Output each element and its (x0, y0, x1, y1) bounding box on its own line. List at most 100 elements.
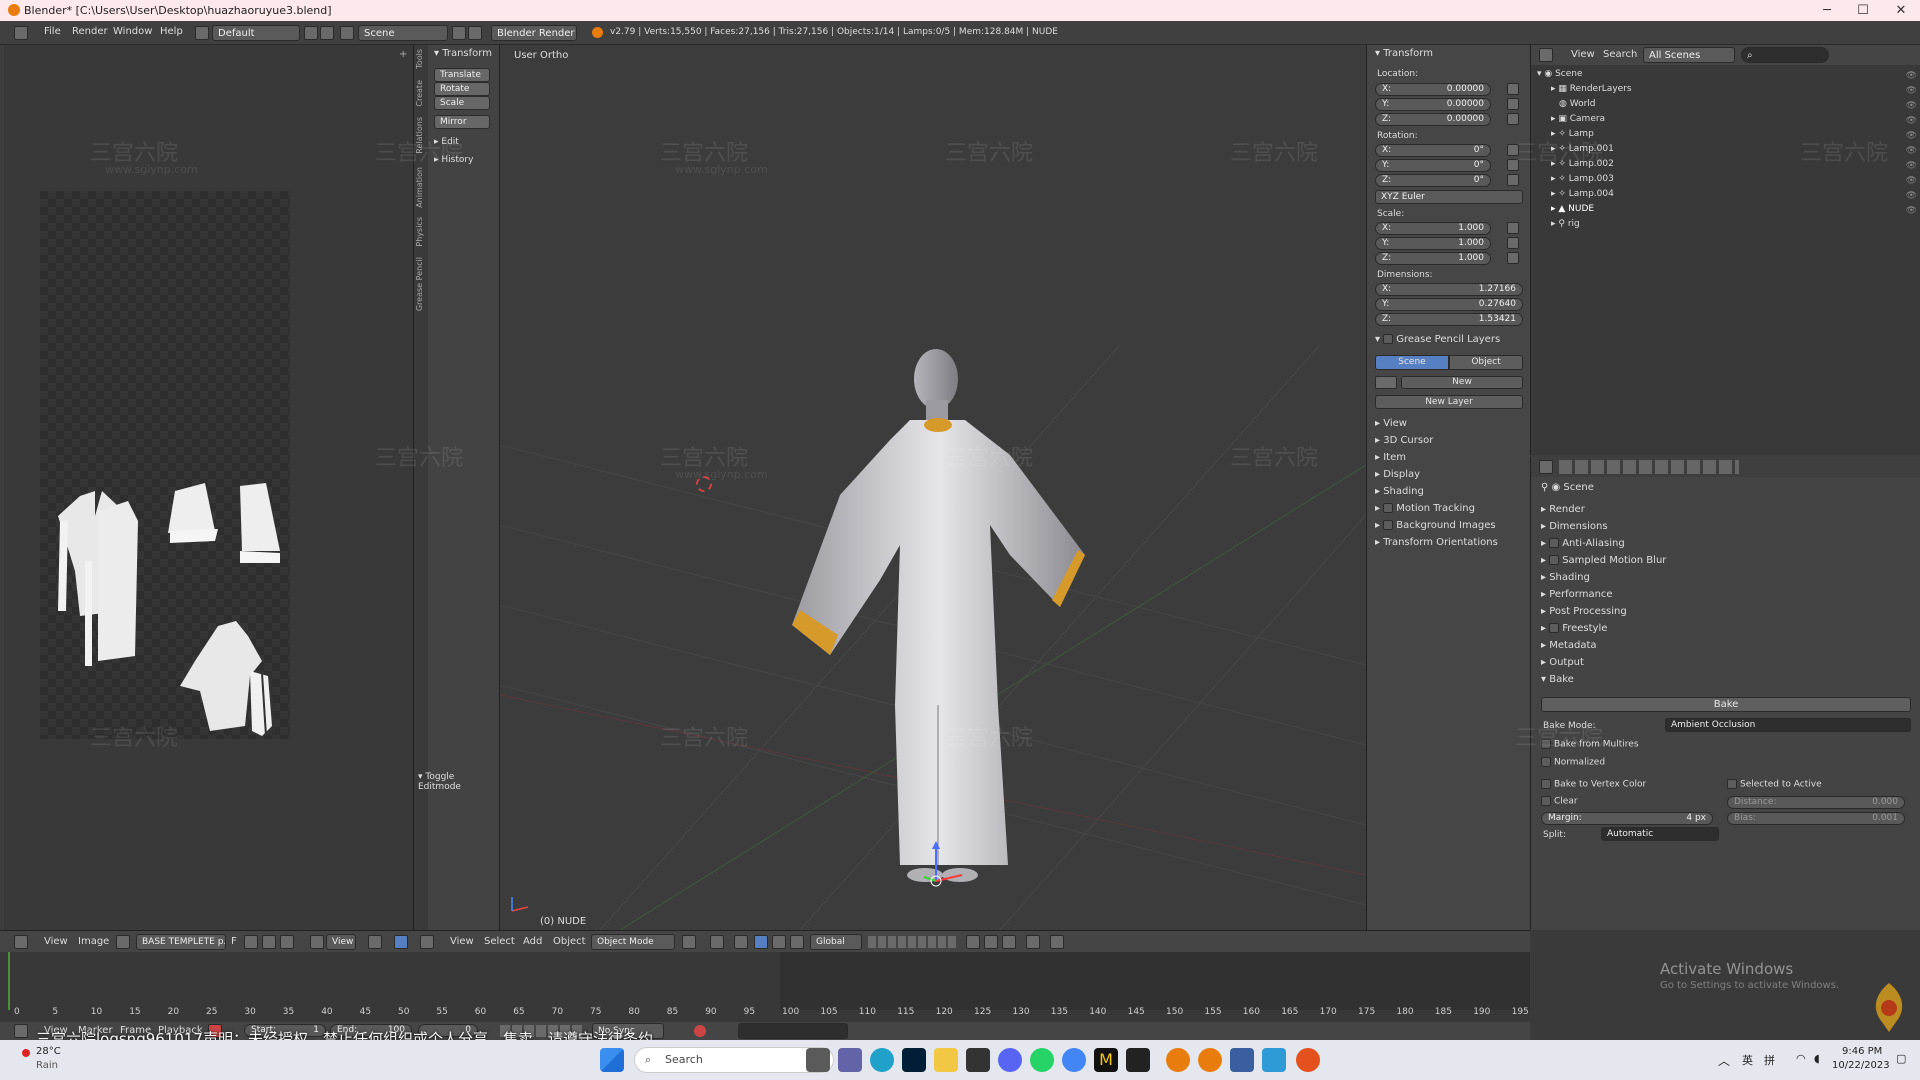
eye-icon[interactable]: 👁 (1877, 204, 1917, 219)
wifi-icon[interactable]: ◠ (1796, 1052, 1806, 1065)
snap-icon[interactable] (984, 935, 998, 949)
tab-animation[interactable]: Animation (415, 167, 427, 208)
tab-physics[interactable]: Physics (415, 217, 427, 247)
scene-icon[interactable] (340, 26, 354, 40)
freestyle-checkbox[interactable] (1549, 623, 1560, 633)
grease-pencil-layers-header[interactable]: ▾ Grease Pencil Layers (1375, 334, 1500, 345)
uv-view-select[interactable]: View (326, 934, 356, 950)
render-section[interactable]: ▸ Render (1541, 501, 1911, 518)
eye-icon[interactable]: 👁 (1877, 69, 1917, 84)
outliner-search-menu[interactable]: Search (1603, 49, 1637, 60)
image-new-icon[interactable] (244, 935, 258, 949)
scale-button[interactable]: Scale (434, 96, 490, 110)
menu-help[interactable]: Help (160, 26, 183, 37)
rotation-mode-select[interactable]: XYZ Euler (1375, 190, 1523, 204)
outliner-item-camera[interactable]: ▸ ▣ Camera (1537, 112, 1632, 127)
add-scene-icon[interactable] (452, 26, 466, 40)
opengl-render-icon[interactable] (1050, 935, 1064, 949)
weather-temp[interactable]: 28°C (36, 1046, 61, 1057)
close-button[interactable]: ✕ (1884, 0, 1918, 21)
whatsapp-icon[interactable] (1030, 1048, 1054, 1072)
start-button-icon[interactable] (600, 1048, 624, 1072)
auto-keying-icon[interactable] (694, 1025, 706, 1037)
select-menu[interactable]: Select (484, 936, 515, 947)
bake-mode-select[interactable]: Ambient Occlusion (1665, 718, 1911, 732)
lock-icon[interactable] (1507, 252, 1519, 264)
3d-view-editor-icon[interactable] (420, 935, 434, 949)
pencil-icon[interactable] (1375, 376, 1397, 389)
scale-manipulator-icon[interactable] (790, 935, 804, 949)
file-explorer-icon[interactable] (934, 1048, 958, 1072)
lock-icon[interactable] (1507, 222, 1519, 234)
margin-field[interactable]: Margin: 4 px (1541, 812, 1713, 825)
eye-icon[interactable]: 👁 (1877, 84, 1917, 99)
clock-time[interactable]: 9:46 PM (1842, 1046, 1882, 1057)
scale-y-field[interactable]: Y: 1.000 (1375, 237, 1491, 250)
render-preview-icon[interactable] (1026, 935, 1040, 949)
anti-aliasing-checkbox[interactable] (1549, 538, 1560, 548)
transform-panel-header[interactable]: ▾ Transform (434, 48, 492, 59)
sampled-motion-blur-section[interactable]: ▸ Sampled Motion Blur (1541, 552, 1911, 569)
weather-desc[interactable]: Rain (36, 1060, 58, 1071)
lock-icon[interactable] (1507, 98, 1519, 110)
viewport-shading-icon[interactable] (682, 935, 696, 949)
image-open-icon[interactable] (262, 935, 276, 949)
outliner-item-lamp-003[interactable]: ▸ ✧ Lamp.003 (1537, 172, 1632, 187)
post-processing-section[interactable]: ▸ Post Processing (1541, 603, 1911, 620)
distance-field[interactable]: Distance: 0.000 (1727, 796, 1905, 809)
lock-icon[interactable] (1507, 174, 1519, 186)
volume-icon[interactable]: ◖ (1814, 1052, 1820, 1065)
edge-icon[interactable] (870, 1048, 894, 1072)
location-x-field[interactable]: X: 0.00000 (1375, 83, 1491, 96)
location-y-field[interactable]: Y: 0.00000 (1375, 98, 1491, 111)
background-images-checkbox[interactable] (1383, 520, 1394, 530)
plus-icon[interactable]: + (399, 49, 411, 61)
uv-image-editor[interactable]: + (4, 45, 414, 930)
performance-section[interactable]: ▸ Performance (1541, 586, 1911, 603)
rotate-button[interactable]: Rotate (434, 82, 490, 96)
input-language[interactable]: 英 (1742, 1052, 1753, 1068)
timeline-editor-icon[interactable] (14, 1024, 28, 1038)
task-view-icon[interactable] (806, 1048, 830, 1072)
motion-tracking-checkbox[interactable] (1383, 503, 1394, 513)
metadata-section[interactable]: ▸ Metadata (1541, 637, 1911, 654)
clear-row[interactable]: Clear (1541, 796, 1578, 807)
chevron-up-icon[interactable]: ︿ (1718, 1052, 1730, 1069)
app-icon[interactable] (1230, 1048, 1254, 1072)
terminal-icon[interactable] (1126, 1048, 1150, 1072)
translate-manipulator-icon[interactable] (754, 935, 768, 949)
view-section[interactable]: ▸ View (1375, 418, 1407, 429)
toggle-editmode-header[interactable]: ▾ Toggle Editmode (418, 772, 499, 792)
clear-checkbox[interactable] (1541, 796, 1551, 806)
marvelous-icon[interactable]: M (1094, 1048, 1118, 1072)
render-engine-select[interactable]: Blender Render (491, 25, 577, 41)
remove-layout-icon[interactable] (320, 26, 334, 40)
layout-select[interactable]: Default (212, 25, 300, 41)
chrome-icon[interactable] (1062, 1048, 1086, 1072)
dimensions-x-field[interactable]: X: 1.27166 (1375, 283, 1523, 296)
remove-scene-icon[interactable] (468, 26, 482, 40)
display-mode-select[interactable]: All Scenes (1643, 47, 1735, 63)
outliner-editor-icon[interactable] (1539, 48, 1553, 62)
eye-icon[interactable]: 👁 (1877, 174, 1917, 189)
image-view-menu[interactable]: View (44, 936, 68, 947)
display-section[interactable]: ▸ Display (1375, 469, 1420, 480)
eye-icon[interactable]: 👁 (1877, 189, 1917, 204)
bake-section[interactable]: ▾ Bake (1541, 671, 1911, 688)
context-tabs-icon[interactable] (1559, 460, 1739, 474)
image-close-icon[interactable] (280, 935, 294, 949)
image-browse-icon[interactable] (116, 935, 130, 949)
outliner-search-input[interactable]: ⌕ (1741, 47, 1829, 63)
dimensions-y-field[interactable]: Y: 0.27640 (1375, 298, 1523, 311)
3d-cursor-section[interactable]: ▸ 3D Cursor (1375, 435, 1433, 446)
transform-orientation-select[interactable]: Global (810, 934, 862, 950)
maximize-button[interactable]: ☐ (1846, 0, 1880, 21)
3d-viewport[interactable]: User Ortho (0) NUDE (500, 45, 1366, 930)
interaction-mode-select[interactable]: Object Mode (591, 934, 675, 950)
image-menu[interactable]: Image (78, 936, 109, 947)
lock-icon[interactable] (1507, 83, 1519, 95)
shading-section[interactable]: ▸ Shading (1541, 569, 1911, 586)
discord-icon[interactable] (998, 1048, 1022, 1072)
properties-editor-icon[interactable] (1539, 460, 1553, 474)
gp-object-button[interactable]: Object (1449, 355, 1523, 370)
